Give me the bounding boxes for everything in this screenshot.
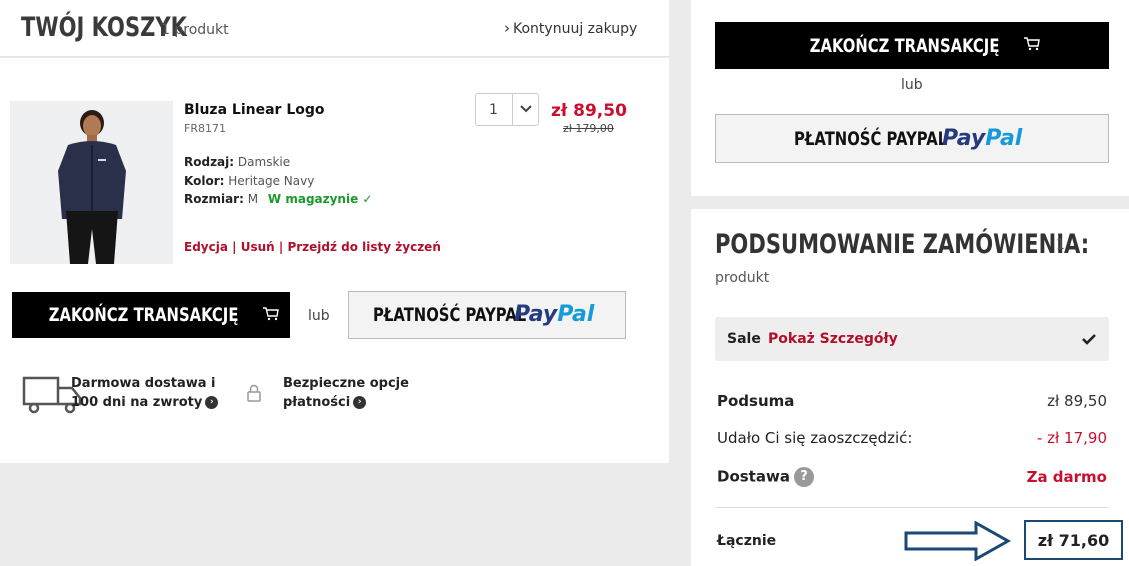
cart-item-panel: Bluza Linear Logo FR8171 Rodzaj: Damskie…	[0, 58, 669, 463]
cart-icon	[1023, 36, 1041, 55]
checkmark-icon: ✓	[362, 192, 373, 206]
cart-item-count: 1 produkt	[161, 22, 229, 38]
or-text: lub	[308, 308, 330, 324]
product-size-label: Rozmiar:	[184, 192, 244, 206]
savings-value: - zł 17,90	[1036, 429, 1107, 447]
secure-payment-line2: płatności	[283, 395, 351, 410]
checkout-button-top[interactable]: ZAKOŃCZ TRANSAKCJĘ	[715, 22, 1109, 69]
free-delivery-info[interactable]: Darmowa dostawa i 100 dni na zwroty ›	[71, 374, 219, 412]
cart-icon	[262, 306, 280, 325]
paypal-logo-pal: Pal	[557, 302, 595, 327]
product-color-label: Kolor:	[184, 174, 225, 188]
total-label: Łącznie	[717, 533, 777, 549]
free-delivery-line1: Darmowa dostawa i	[71, 376, 216, 391]
subtotal-value: zł 89,50	[1047, 392, 1107, 410]
paypal-logo-pay: Pay	[942, 126, 986, 151]
summary-divider	[715, 507, 1109, 508]
sale-label: Sale	[727, 331, 761, 347]
product-size: Rozmiar: M W magazynie ✓	[184, 192, 372, 206]
product-color-value: Heritage Navy	[228, 174, 315, 188]
product-name[interactable]: Bluza Linear Logo	[184, 102, 325, 118]
checkout-button-label: ZAKOŃCZ TRANSAKCJĘ	[49, 304, 239, 326]
edit-link[interactable]: Edycja	[184, 240, 228, 254]
product-type: Rodzaj: Damskie	[184, 155, 290, 169]
quantity-select[interactable]: 1	[475, 93, 539, 126]
paypal-button[interactable]: PŁATNOŚĆ PAYPAL PayPal	[348, 291, 626, 339]
quantity-divider	[512, 94, 513, 125]
secure-payment-line1: Bezpieczne opcje	[283, 376, 409, 391]
arrow-right-circle-icon: ›	[205, 396, 219, 409]
paypal-logo-pay: Pay	[514, 302, 558, 327]
arrow-right-circle-icon: ›	[353, 396, 367, 409]
checkout-button-top-label: ZAKOŃCZ TRANSAKCJĘ	[810, 34, 1000, 57]
remove-link[interactable]: Usuń	[241, 240, 275, 254]
show-details-link[interactable]: Pokaż Szczegóły	[768, 331, 898, 347]
subtotal-label: Podsuma	[717, 392, 795, 410]
product-photo	[10, 101, 173, 264]
order-summary-count-word: produkt	[715, 270, 770, 286]
checkout-actions-panel: ZAKOŃCZ TRANSAKCJĘ lub PŁATNOŚĆ PAYPAL P…	[691, 0, 1129, 196]
chevron-check-icon	[1081, 331, 1097, 350]
paypal-button-top[interactable]: PŁATNOŚĆ PAYPAL PayPal	[715, 114, 1109, 163]
sale-toggle[interactable]: Sale Pokaż Szczegóły	[715, 317, 1109, 361]
cart-header: TWÓJ KOSZYK 1 produkt › Kontynuuj zakupy	[0, 0, 669, 57]
product-price: zł 89,50	[551, 101, 627, 121]
stock-label: W magazynie	[267, 192, 359, 206]
shipping-label: Dostawa	[717, 467, 790, 486]
order-summary-panel: PODSUMOWANIE ZAMÓWIENIA: 1 produkt Sale …	[691, 209, 1129, 566]
paypal-logo-pal: Pal	[985, 126, 1023, 151]
paypal-logo: PayPal	[514, 302, 594, 327]
lock-icon	[246, 384, 262, 406]
product-type-label: Rodzaj:	[184, 155, 235, 169]
paypal-button-label: PŁATNOŚĆ PAYPAL	[373, 304, 527, 326]
paypal-button-top-label: PŁATNOŚĆ PAYPAL	[794, 127, 948, 150]
product-code: FR8171	[184, 122, 226, 135]
continue-shopping-label: Kontynuuj zakupy	[513, 21, 638, 37]
action-separator: |	[232, 240, 237, 254]
move-to-wishlist-link[interactable]: Przejdź do listy życzeń	[287, 240, 440, 254]
shipping-value: Za darmo	[1026, 468, 1107, 486]
product-size-value: M	[247, 192, 259, 206]
product-type-value: Damskie	[237, 155, 291, 169]
product-old-price: zł 179,00	[563, 122, 614, 135]
stock-status: W magazynie ✓	[268, 192, 373, 206]
savings-label: Udało Ci się zaoszczędzić:	[717, 429, 913, 447]
order-summary-title: PODSUMOWANIE ZAMÓWIENIA:	[715, 229, 1090, 260]
total-value: zł 71,60	[1037, 530, 1110, 550]
action-separator: |	[278, 240, 284, 254]
product-color: Kolor: Heritage Navy	[184, 174, 314, 188]
secure-payment-info[interactable]: Bezpieczne opcje płatności ›	[283, 374, 409, 412]
product-image[interactable]	[10, 101, 173, 264]
chevron-right-icon: ›	[504, 19, 510, 37]
paypal-logo-top: PayPal	[942, 126, 1022, 151]
help-icon[interactable]: ?	[793, 467, 814, 487]
chevron-down-icon	[519, 100, 533, 122]
order-summary-count: 1	[1056, 237, 1065, 253]
or-text-top: lub	[901, 77, 923, 93]
continue-shopping-link[interactable]: › Kontynuuj zakupy	[504, 19, 637, 37]
arrow-right-icon	[904, 520, 1012, 565]
product-actions: Edycja | Usuń | Przejdź do listy życzeń	[184, 240, 441, 254]
quantity-value: 1	[489, 102, 498, 118]
checkout-button[interactable]: ZAKOŃCZ TRANSAKCJĘ	[12, 292, 290, 338]
shipping-label-row: Dostawa?	[717, 467, 814, 487]
free-delivery-line2: 100 dni na zwroty	[71, 395, 203, 410]
total-value-box: zł 71,60	[1024, 520, 1123, 560]
